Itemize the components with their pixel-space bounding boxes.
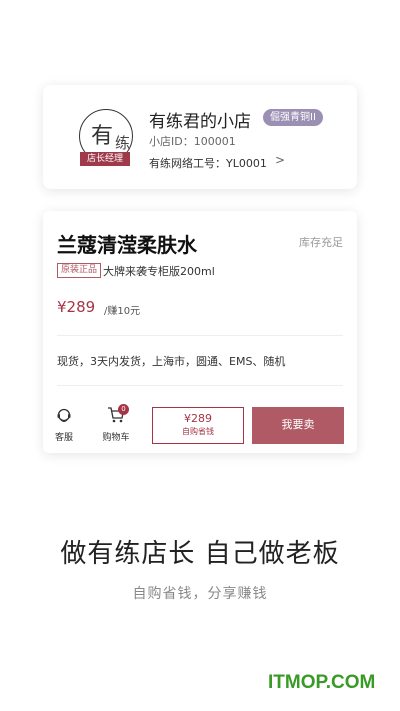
avatar-char-2: 练 [115,134,131,152]
store-id: 小店ID：100001 [149,135,236,148]
stock-status: 库存充足 [299,236,343,249]
chevron-right-icon[interactable]: > [275,153,285,167]
product-price: ¥289 [57,298,96,316]
delivery-info: 现货，3天内发货，上海市，圆通、EMS、随机 [57,355,286,368]
earn-amount: /赚10元 [104,306,141,317]
service-label: 客服 [54,433,73,443]
divider [57,385,343,386]
cart-label: 购物车 [102,433,130,443]
product-card: 兰蔻清滢柔肤水 库存充足 原装正品 大牌来袭专柜版200ml ¥289 /赚10… [43,211,357,453]
store-card: 有 练 店长经理 有练君的小店 倔强青铜II 小店ID：100001 有练网络工… [43,85,357,189]
divider [57,335,343,336]
self-buy-price: ¥289 [184,412,212,425]
product-title: 兰蔻清滢柔肤水 [57,233,197,257]
slogan-subtitle: 自购省钱，分享赚钱 [132,586,268,602]
cart-count-badge: 0 [118,404,129,415]
service-button[interactable]: 客服 [53,408,75,443]
self-buy-button[interactable]: ¥289 自购省钱 [152,407,244,444]
product-spec: 大牌来袭专柜版200ml [103,265,215,278]
sell-button[interactable]: 我要卖 [252,407,344,444]
slogan-title: 做有练店长 自己做老板 [60,539,340,569]
self-buy-label: 自购省钱 [182,427,214,436]
headset-icon [57,408,71,423]
genuine-tag: 原装正品 [57,263,102,278]
level-badge: 倔强青铜II [263,109,323,126]
work-id-link[interactable]: 有练网络工号：YL0001 [149,155,267,171]
role-badge: 店长经理 [80,152,130,166]
avatar-char-1: 有 [91,124,114,149]
store-name: 有练君的小店 [149,112,251,132]
watermark-logo: ITMOP.COM [268,672,376,693]
